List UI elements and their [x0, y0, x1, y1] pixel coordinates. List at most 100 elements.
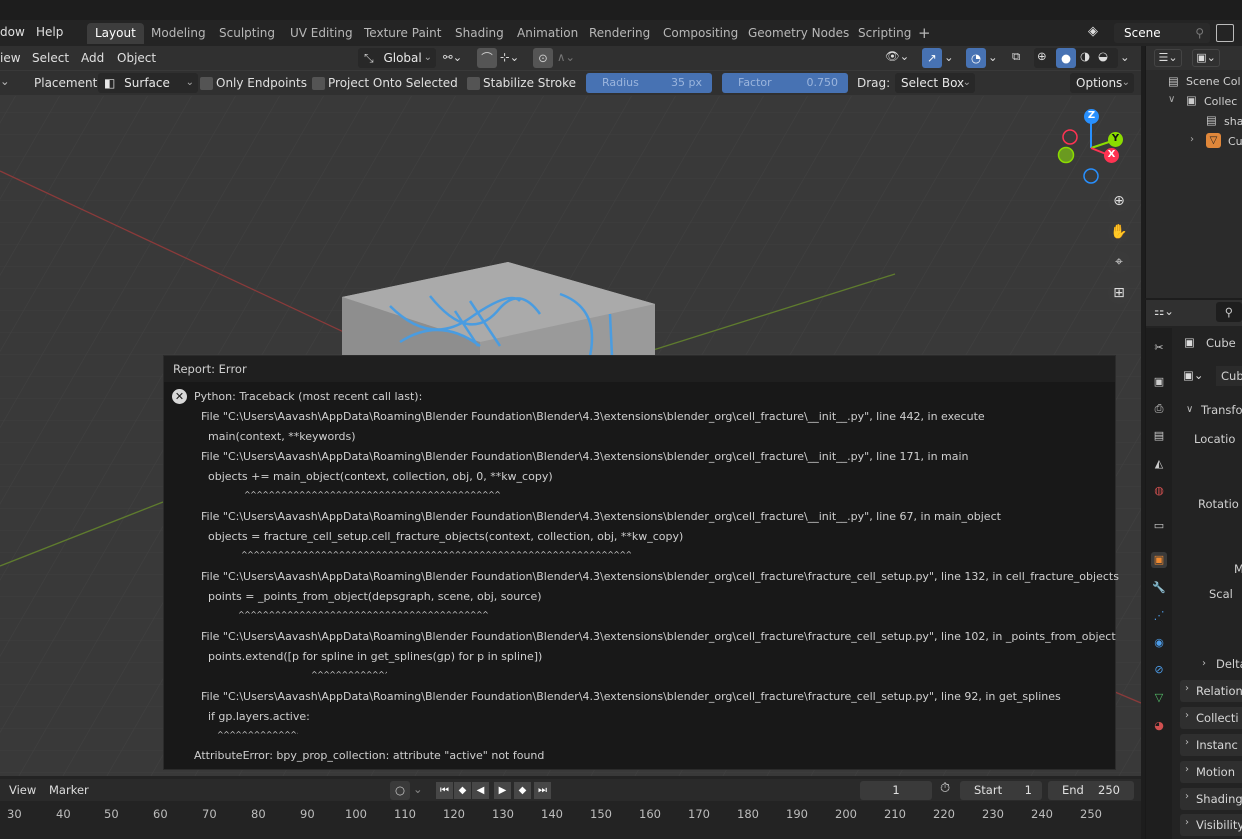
view-layer-tab-icon[interactable]: ▤ [1151, 428, 1167, 444]
constraints-tab-icon[interactable]: ⊘ [1151, 662, 1167, 678]
material-shading-icon[interactable]: ◑ [1080, 49, 1090, 63]
overlays-toggle-icon[interactable]: ◔ [966, 48, 986, 68]
relations-section[interactable]: › Relation [1180, 680, 1242, 702]
options-dropdown[interactable]: Options ⌄ [1070, 73, 1134, 93]
proportional-edit-icon[interactable]: ⊙ [533, 48, 553, 68]
project-onto-selected-checkbox[interactable] [312, 77, 325, 90]
prev-keyframe-icon[interactable]: ◆ [454, 782, 471, 799]
properties-panel[interactable]: ⚏⌄ ⚲ ✂ ▣ ⎙ ▤ ◭ ◍ ▭ ▣ 🔧 ⋰ ◉ ⊘ ▽ ◕ ▣ Cube … [1145, 300, 1242, 839]
menu-help[interactable]: Help [36, 25, 63, 39]
chevron-down-icon[interactable]: ⌄ [988, 50, 998, 64]
menu-select[interactable]: Select [32, 51, 69, 65]
menu-add[interactable]: Add [81, 51, 104, 65]
zoom-icon[interactable]: ⊕ [1108, 190, 1130, 212]
transform-section[interactable]: Transfo [1201, 403, 1242, 417]
radius-slider[interactable]: Radius 35 px [586, 73, 712, 93]
gizmo-z-axis[interactable]: Z [1084, 109, 1099, 124]
solid-shading-icon[interactable]: ● [1056, 48, 1076, 68]
snap-icon[interactable]: ⌒ [477, 48, 497, 68]
tab-animation[interactable]: Animation [509, 23, 586, 44]
outliner-item[interactable]: sha [1224, 115, 1242, 128]
expand-arrow-icon[interactable]: ∨ [1186, 404, 1193, 415]
collection-tab-icon[interactable]: ▭ [1151, 518, 1167, 534]
output-tab-icon[interactable]: ⎙ [1151, 401, 1167, 417]
expand-arrow-icon[interactable]: › [1202, 658, 1206, 669]
menu-view[interactable]: View [9, 783, 36, 797]
object-tab-icon[interactable]: ▣ [1151, 552, 1167, 568]
snap-target-icon[interactable]: ⊹⌄ [500, 50, 519, 64]
instancing-section[interactable]: › Instanc [1180, 734, 1242, 756]
editor-type-icon[interactable]: ⚏⌄ [1154, 304, 1174, 318]
current-frame-field[interactable]: 1 [860, 781, 932, 800]
particles-tab-icon[interactable]: ⋰ [1151, 608, 1167, 624]
tab-modeling[interactable]: Modeling [143, 23, 214, 44]
pivot-icon[interactable]: ⚯⌄ [443, 50, 462, 64]
object-name-field[interactable]: Cub [1216, 366, 1242, 386]
chevron-down-icon[interactable]: ⌄ [413, 782, 423, 796]
factor-slider[interactable]: Factor 0.750 [722, 73, 848, 93]
drag-dropdown[interactable]: Select Box ⌄ [895, 73, 975, 93]
placement-dropdown[interactable]: ◧ Surface ⌄ [98, 73, 198, 93]
motion-paths-section[interactable]: › Motion [1180, 761, 1242, 783]
data-tab-icon[interactable]: ▽ [1151, 690, 1167, 706]
xray-icon[interactable]: ⧉ [1012, 49, 1020, 64]
add-workspace-button[interactable]: + [910, 23, 939, 44]
orientation-dropdown[interactable]: ⤡ Global ⌄ [358, 48, 436, 68]
visibility-section[interactable]: › Visibility [1180, 814, 1242, 836]
rendered-shading-icon[interactable]: ◒ [1098, 49, 1108, 63]
only-endpoints-checkbox[interactable] [200, 77, 213, 90]
tab-texture-paint[interactable]: Texture Paint [356, 23, 449, 44]
new-scene-icon[interactable] [1216, 24, 1234, 42]
outliner-panel[interactable]: ☰⌄ ▣⌄ ▤ Scene Col ∨ ▣ Collec ▤ sha › ▽ C… [1145, 46, 1242, 298]
wireframe-shading-icon[interactable]: ⊕ [1037, 49, 1047, 63]
material-tab-icon[interactable]: ◕ [1151, 718, 1167, 734]
perspective-toggle-icon[interactable]: ⊞ [1108, 282, 1130, 304]
end-frame-field[interactable]: End 250 [1048, 781, 1134, 800]
expand-arrow-icon[interactable]: › [1190, 134, 1194, 145]
chevron-down-icon[interactable]: ⌄ [0, 74, 10, 88]
menu-view[interactable]: iew [0, 51, 21, 65]
tab-layout[interactable]: Layout [87, 23, 144, 44]
play-icon[interactable]: ▶ [494, 782, 511, 799]
hand-pan-icon[interactable]: ✋ [1108, 221, 1130, 243]
tab-shading[interactable]: Shading [447, 23, 512, 44]
filter-icon[interactable]: ▣⌄ [1192, 49, 1220, 67]
visibility-icon[interactable]: 👁⌄ [885, 49, 909, 63]
camera-view-icon[interactable]: ⌖ [1108, 251, 1130, 273]
pin-icon[interactable]: ⚲ [1195, 23, 1204, 43]
outliner-item[interactable]: Cu [1228, 135, 1242, 148]
next-keyframe-icon[interactable]: ◆ [514, 782, 531, 799]
search-icon[interactable]: ⚲ [1216, 302, 1242, 322]
scene-tab-icon[interactable]: ◭ [1151, 456, 1167, 472]
delta-section[interactable]: Delta [1216, 657, 1242, 671]
scene-icon[interactable]: ◈ [1088, 24, 1110, 42]
menu-object[interactable]: Object [117, 51, 156, 65]
tool-tab-icon[interactable]: ✂ [1151, 340, 1167, 356]
menu-marker[interactable]: Marker [49, 783, 89, 797]
stabilize-stroke-checkbox[interactable] [467, 77, 480, 90]
object-data-icon[interactable]: ▣⌄ [1183, 368, 1204, 382]
shading-section[interactable]: › Shading [1180, 788, 1242, 810]
gizmo-y-axis[interactable]: Y [1108, 132, 1123, 147]
display-mode-icon[interactable]: ☰⌄ [1154, 49, 1182, 67]
falloff-icon[interactable]: ∧⌄ [557, 50, 575, 64]
collections-section[interactable]: › Collecti [1180, 707, 1242, 729]
auto-keying-icon[interactable]: ○ [390, 781, 410, 800]
tab-compositing[interactable]: Compositing [655, 23, 746, 44]
physics-tab-icon[interactable]: ◉ [1151, 635, 1167, 651]
stopwatch-icon[interactable]: ⏱ [940, 781, 950, 796]
start-frame-field[interactable]: Start 1 [960, 781, 1042, 800]
menu-window[interactable]: dow [0, 25, 25, 39]
jump-start-icon[interactable]: ⏮ [436, 782, 453, 799]
chevron-down-icon[interactable]: ⌄ [1120, 50, 1130, 64]
tab-sculpting[interactable]: Sculpting [211, 23, 283, 44]
scene-selector[interactable]: Scene ⚲ [1114, 23, 1210, 43]
play-reverse-icon[interactable]: ◀ [472, 782, 489, 799]
jump-end-icon[interactable]: ⏭ [534, 782, 551, 799]
outliner-item[interactable]: Scene Col [1186, 75, 1241, 88]
tab-geometry-nodes[interactable]: Geometry Nodes [740, 23, 857, 44]
world-tab-icon[interactable]: ◍ [1151, 483, 1167, 499]
render-tab-icon[interactable]: ▣ [1151, 374, 1167, 390]
expand-arrow-icon[interactable]: ∨ [1168, 94, 1175, 105]
outliner-item[interactable]: Collec [1204, 95, 1237, 108]
